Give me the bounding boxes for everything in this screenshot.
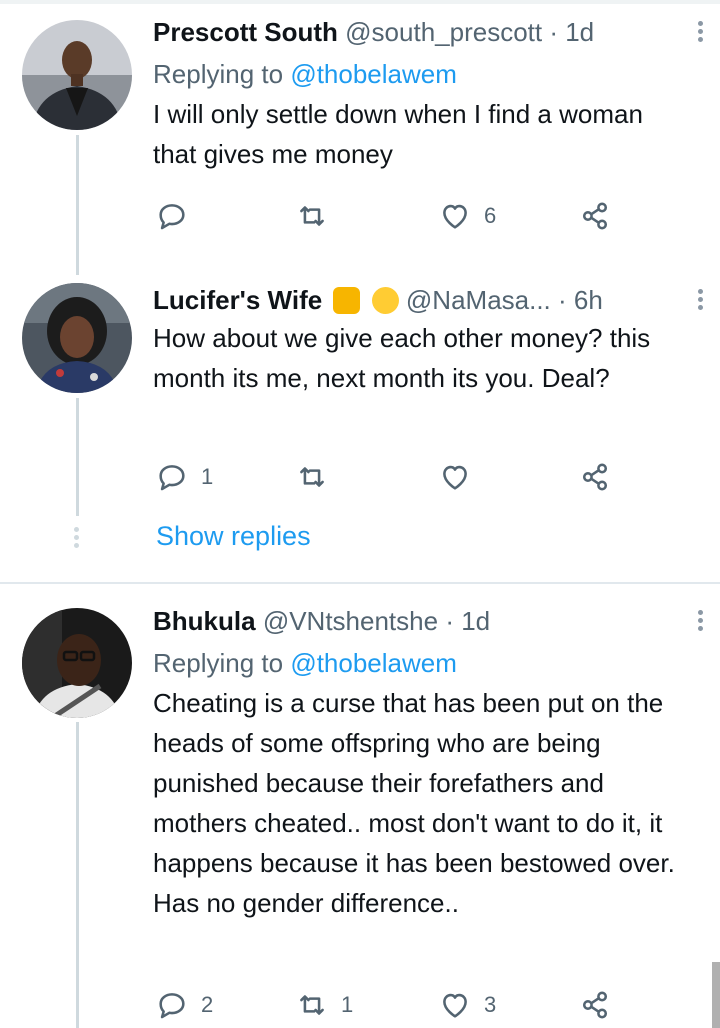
retweet-button[interactable]: 1 xyxy=(295,987,353,1023)
share-icon xyxy=(582,202,608,230)
more-icon[interactable] xyxy=(695,18,705,45)
share-button[interactable] xyxy=(578,459,612,495)
tweet-text: Cheating is a curse that has been put on… xyxy=(153,688,675,918)
reply-button[interactable] xyxy=(155,198,201,234)
share-icon xyxy=(582,463,608,491)
display-name[interactable]: Lucifer's Wife xyxy=(153,285,322,315)
replying-to: Replying to @thobelawem xyxy=(153,647,693,679)
tweet[interactable]: Bhukula @VNtshentshe · 1d Replying to @t… xyxy=(153,605,703,923)
timestamp[interactable]: · 1d xyxy=(445,606,490,636)
reply-button[interactable]: 1 xyxy=(155,459,213,495)
tweet[interactable]: Prescott South @south_prescott · 1d Repl… xyxy=(153,16,703,174)
scrollbar[interactable] xyxy=(712,962,720,1028)
raised-hand-emoji xyxy=(333,287,361,314)
timestamp[interactable]: · 1d xyxy=(549,17,594,47)
replying-to-user-link[interactable]: @thobelawem xyxy=(290,59,457,89)
like-icon xyxy=(443,993,467,1018)
tweet[interactable]: Lucifer's Wife @NaMasa... · 6h How about… xyxy=(153,284,703,398)
replying-to: Replying to @thobelawem xyxy=(153,58,693,90)
tweet-header: Lucifer's Wife @NaMasa... · 6h xyxy=(153,284,703,316)
tweet-header: Prescott South @south_prescott · 1d xyxy=(153,16,703,48)
timestamp[interactable]: · 6h xyxy=(558,285,603,315)
share-button[interactable] xyxy=(578,987,612,1023)
retweet-icon xyxy=(300,206,324,226)
thread-line xyxy=(76,398,79,516)
tweet-text: I will only settle down when I find a wo… xyxy=(153,99,643,169)
divider xyxy=(0,582,720,584)
reply-icon xyxy=(159,465,185,491)
reply-count: 2 xyxy=(201,992,214,1017)
retweet-button[interactable] xyxy=(295,198,341,234)
like-icon xyxy=(443,465,467,490)
like-count: 6 xyxy=(484,203,497,228)
retweet-button[interactable] xyxy=(295,459,341,495)
thread-continuation-dots xyxy=(73,524,79,551)
handle[interactable]: @VNtshentshe xyxy=(263,606,438,636)
like-button[interactable]: 3 xyxy=(438,987,496,1023)
smirking-face-emoji xyxy=(371,287,399,314)
like-count: 3 xyxy=(484,992,497,1017)
like-button[interactable] xyxy=(438,459,484,495)
tweet-actions: 6 xyxy=(153,198,613,234)
replying-to-label: Replying to xyxy=(153,59,291,89)
top-separator xyxy=(0,0,720,4)
avatar[interactable] xyxy=(22,283,132,393)
retweet-icon xyxy=(300,467,324,487)
tweet-actions: 2 1 3 xyxy=(153,987,613,1023)
tweet-text: How about we give each other money? this… xyxy=(153,323,651,393)
display-name[interactable]: Prescott South xyxy=(153,17,338,47)
like-icon xyxy=(443,204,467,229)
handle[interactable]: @NaMasa... xyxy=(406,285,551,315)
share-icon xyxy=(582,991,608,1019)
show-replies-link[interactable]: Show replies xyxy=(156,521,311,552)
replying-to-label: Replying to xyxy=(153,648,291,678)
reply-icon xyxy=(159,993,185,1019)
retweet-icon xyxy=(300,995,324,1015)
more-icon[interactable] xyxy=(695,286,705,313)
retweet-count: 1 xyxy=(341,992,354,1017)
share-button[interactable] xyxy=(578,198,612,234)
avatar[interactable] xyxy=(22,20,132,130)
tweet-actions: 1 xyxy=(153,459,613,495)
more-icon[interactable] xyxy=(695,607,705,634)
handle[interactable]: @south_prescott xyxy=(345,17,542,47)
like-button[interactable]: 6 xyxy=(438,198,496,234)
reply-button[interactable]: 2 xyxy=(155,987,213,1023)
reply-count: 1 xyxy=(201,464,214,489)
thread-line xyxy=(76,722,79,1028)
reply-icon xyxy=(159,204,185,230)
display-name[interactable]: Bhukula xyxy=(153,606,256,636)
replying-to-user-link[interactable]: @thobelawem xyxy=(290,648,457,678)
tweet-header: Bhukula @VNtshentshe · 1d xyxy=(153,605,703,637)
avatar[interactable] xyxy=(22,608,132,718)
thread-line xyxy=(76,135,79,275)
